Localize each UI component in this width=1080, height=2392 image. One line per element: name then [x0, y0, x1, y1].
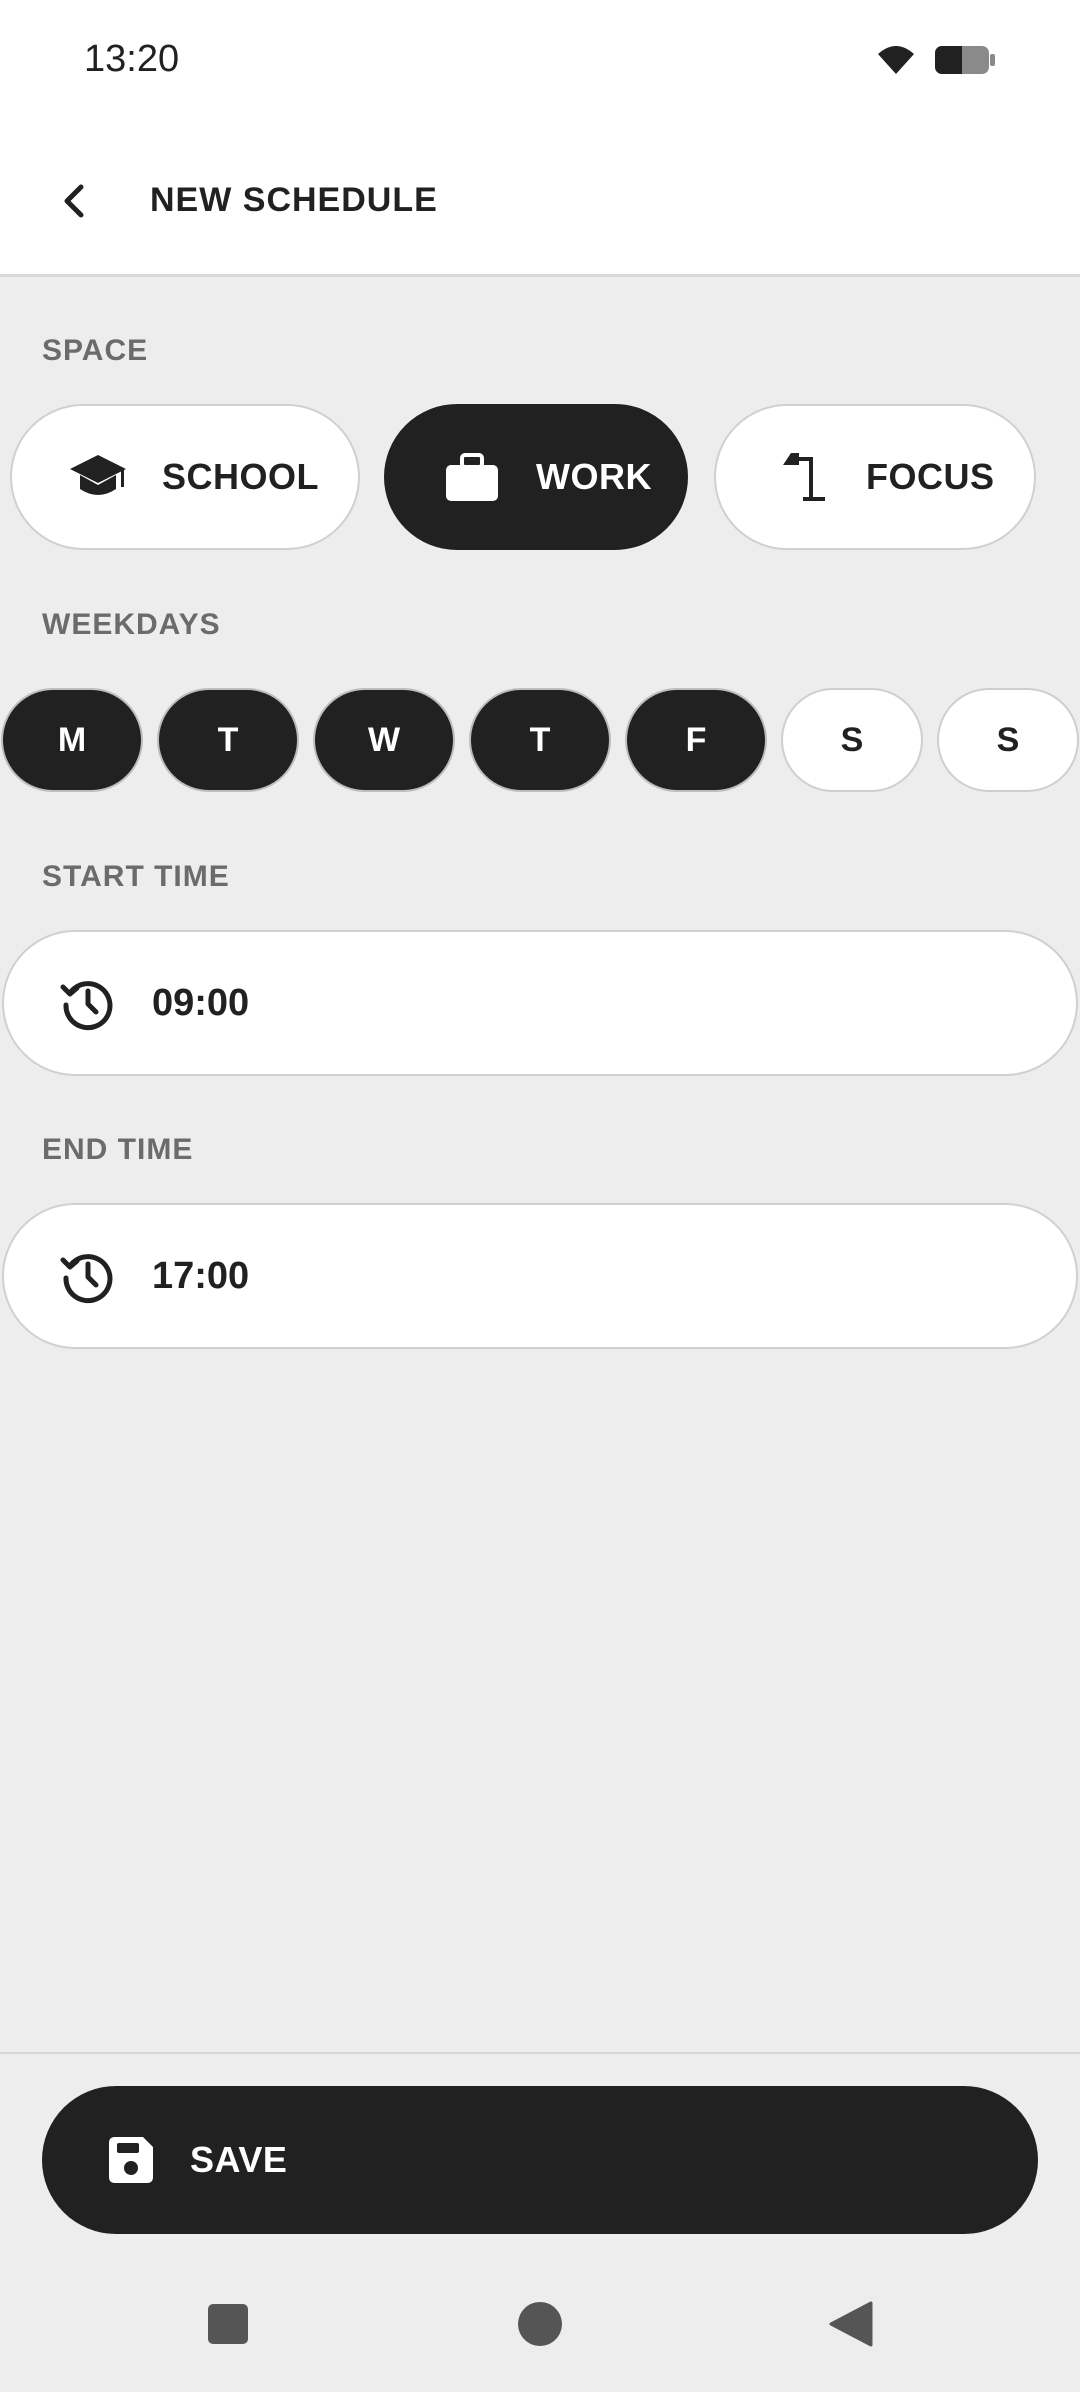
back-button[interactable]	[44, 173, 104, 233]
top-app-bar: NEW SCHEDULE	[0, 125, 1080, 277]
space-chip-work-label: WORK	[536, 456, 652, 497]
weekday-friday[interactable]: F	[625, 688, 767, 792]
save-button-label: SAVE	[190, 2139, 288, 2180]
end-time-label: END TIME	[42, 1133, 194, 1166]
status-bar: 13:20	[0, 0, 1080, 125]
space-section-label: SPACE	[42, 334, 149, 367]
back-nav-button[interactable]	[820, 2296, 880, 2356]
chevron-left-icon	[59, 181, 89, 226]
start-time-label: START TIME	[42, 860, 230, 893]
circle-icon	[517, 2301, 563, 2352]
bottom-divider	[0, 2052, 1080, 2054]
system-navigation-bar	[0, 2260, 1080, 2392]
status-time: 13:20	[84, 38, 180, 80]
triangle-back-icon	[827, 2301, 873, 2352]
space-chip-focus-label: FOCUS	[866, 456, 995, 497]
weekday-thursday[interactable]: T	[469, 688, 611, 792]
weekday-saturday[interactable]: S	[781, 688, 923, 792]
battery-icon	[934, 44, 996, 81]
wifi-icon	[876, 44, 916, 81]
save-button[interactable]: SAVE	[42, 2086, 1038, 2234]
space-chip-school-label: SCHOOL	[162, 456, 320, 497]
end-time-value: 17:00	[152, 1254, 250, 1297]
graduation-cap-icon	[66, 445, 130, 509]
history-clock-icon	[58, 1246, 118, 1306]
end-time-field[interactable]: 17:00	[2, 1203, 1078, 1349]
space-chip-focus[interactable]: FOCUS	[714, 404, 1036, 550]
square-icon	[206, 2302, 250, 2351]
status-icons	[876, 44, 996, 81]
briefcase-icon	[440, 445, 504, 509]
space-chip-school[interactable]: SCHOOL	[10, 404, 360, 550]
start-time-value: 09:00	[152, 981, 250, 1024]
desk-lamp-icon	[770, 445, 834, 509]
home-button[interactable]	[510, 2296, 570, 2356]
space-chip-work[interactable]: WORK	[384, 404, 688, 550]
weekday-wednesday[interactable]: W	[313, 688, 455, 792]
weekday-sunday[interactable]: S	[937, 688, 1079, 792]
weekday-monday[interactable]: M	[1, 688, 143, 792]
recents-button[interactable]	[198, 2296, 258, 2356]
new-schedule-screen: 13:20 NEW SCHEDULE SPACE SCHOOL WORK FOC…	[0, 0, 1080, 2392]
history-clock-icon	[58, 973, 118, 1033]
floppy-disk-icon	[100, 2130, 160, 2190]
weekday-tuesday[interactable]: T	[157, 688, 299, 792]
page-title: NEW SCHEDULE	[150, 181, 438, 219]
start-time-field[interactable]: 09:00	[2, 930, 1078, 1076]
weekdays-section-label: WEEKDAYS	[42, 608, 221, 641]
